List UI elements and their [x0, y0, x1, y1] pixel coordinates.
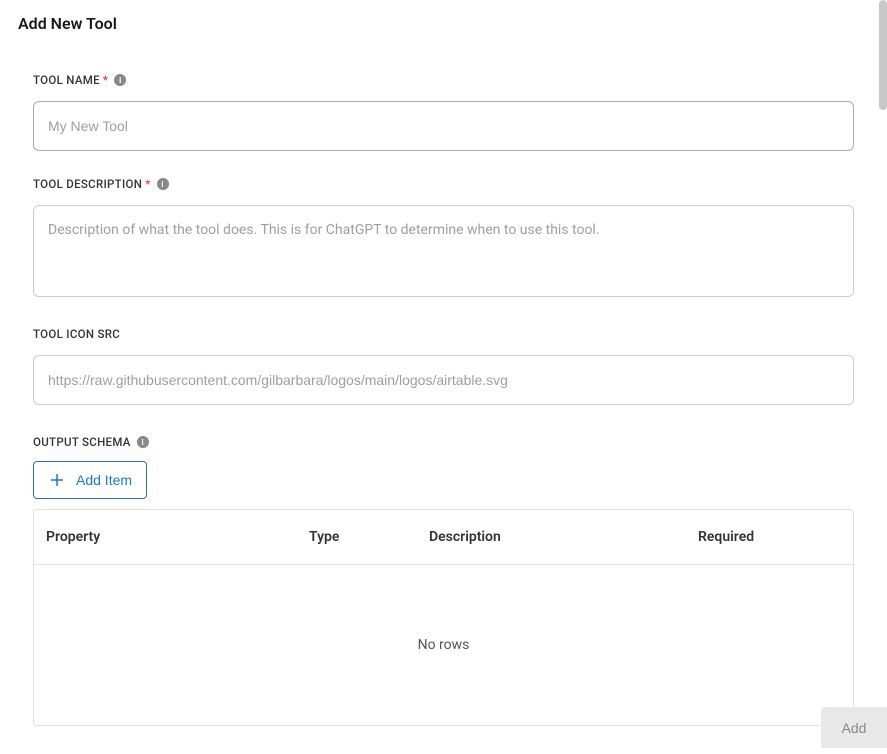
scrollbar[interactable] — [879, 0, 887, 110]
output-schema-field-group: OUTPUT SCHEMA i Add Item Property Type D… — [33, 435, 854, 726]
table-body: No rows — [34, 565, 853, 725]
output-schema-label-text: OUTPUT SCHEMA — [33, 435, 131, 449]
info-icon[interactable]: i — [114, 74, 126, 86]
tool-icon-src-field-group: TOOL ICON SRC — [33, 327, 854, 405]
form-container: TOOL NAME * i TOOL DESCRIPTION * i TOOL … — [0, 73, 887, 726]
required-asterisk: * — [103, 73, 108, 87]
tool-name-field-group: TOOL NAME * i — [33, 73, 854, 151]
required-asterisk: * — [145, 177, 150, 191]
plus-icon — [48, 471, 66, 489]
add-item-button[interactable]: Add Item — [33, 461, 147, 499]
output-schema-label: OUTPUT SCHEMA i — [33, 435, 854, 449]
column-header-type: Type — [309, 529, 429, 545]
tool-name-input[interactable] — [33, 101, 854, 151]
add-button[interactable]: Add — [821, 707, 887, 748]
tool-icon-src-label: TOOL ICON SRC — [33, 327, 854, 341]
page-title: Add New Tool — [0, 0, 887, 47]
column-header-property: Property — [46, 529, 309, 545]
tool-description-label: TOOL DESCRIPTION * i — [33, 177, 854, 191]
info-icon[interactable]: i — [137, 436, 149, 448]
table-header: Property Type Description Required — [34, 510, 853, 565]
output-schema-table: Property Type Description Required No ro… — [33, 509, 854, 726]
no-rows-text: No rows — [418, 637, 470, 653]
column-header-description: Description — [429, 529, 698, 545]
footer: Add — [821, 701, 887, 754]
add-item-label: Add Item — [76, 472, 132, 488]
tool-name-label-text: TOOL NAME — [33, 73, 100, 87]
tool-description-input[interactable] — [33, 205, 854, 297]
tool-icon-src-input[interactable] — [33, 355, 854, 405]
info-icon[interactable]: i — [157, 178, 169, 190]
tool-description-field-group: TOOL DESCRIPTION * i — [33, 177, 854, 301]
column-header-required: Required — [698, 529, 841, 545]
tool-description-label-text: TOOL DESCRIPTION — [33, 177, 142, 191]
tool-name-label: TOOL NAME * i — [33, 73, 854, 87]
tool-icon-src-label-text: TOOL ICON SRC — [33, 327, 120, 341]
